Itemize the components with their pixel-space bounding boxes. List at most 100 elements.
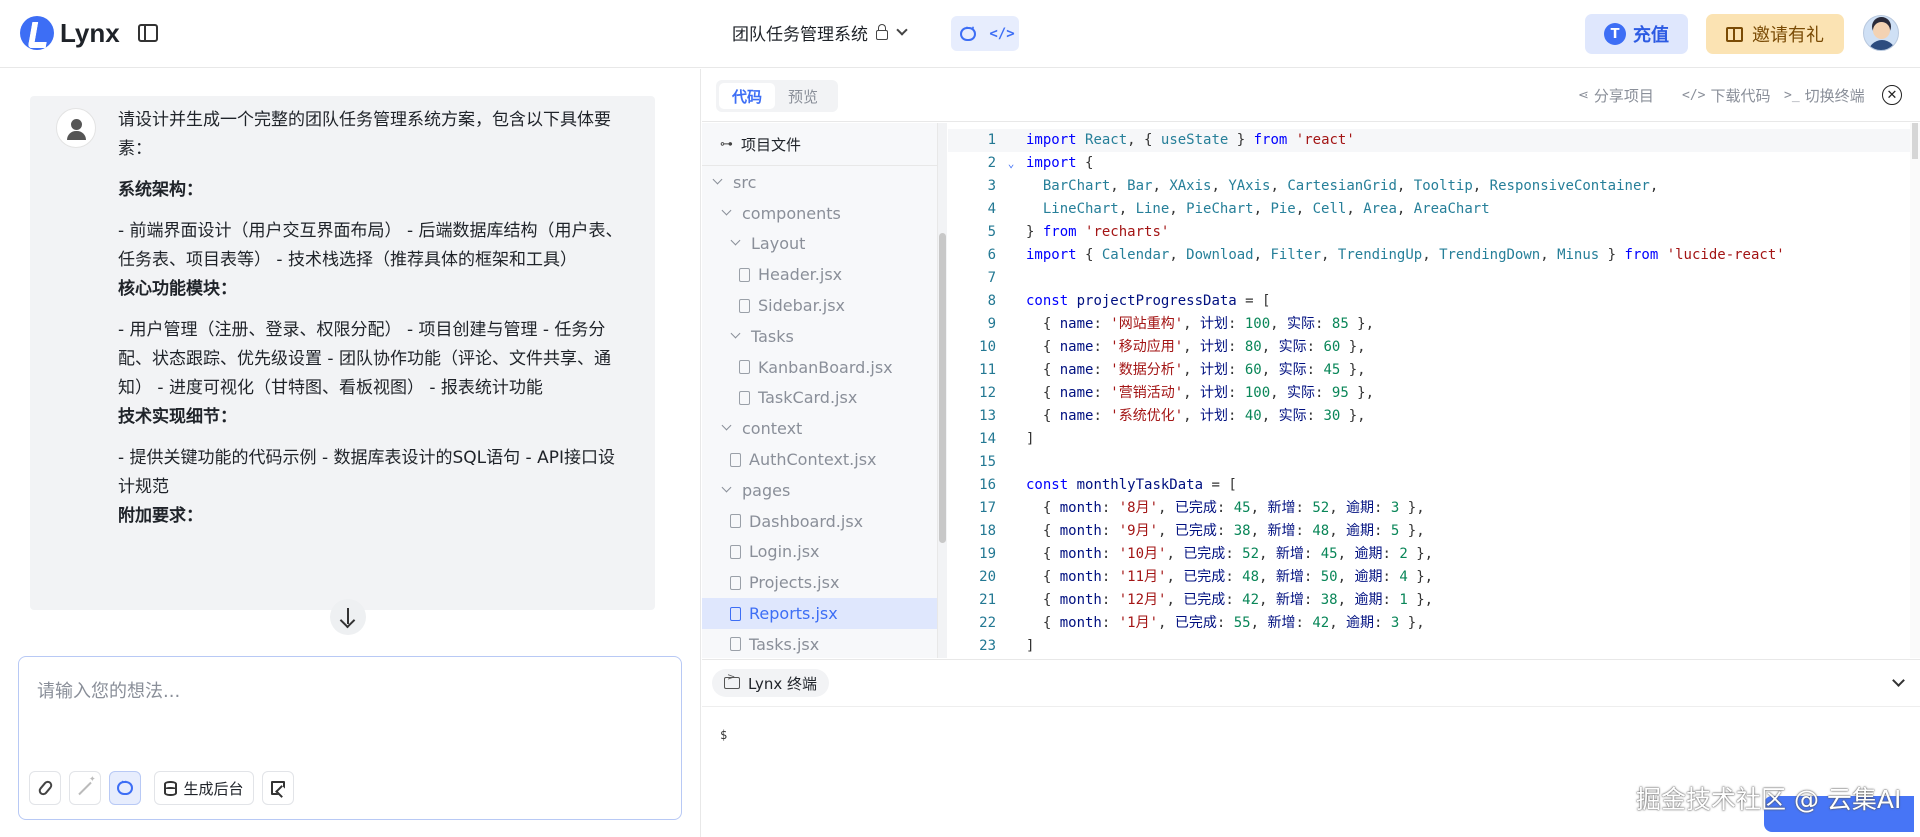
- user-avatar[interactable]: [1863, 15, 1899, 51]
- file-icon: [730, 575, 741, 590]
- tree-file[interactable]: Reports.jsx: [702, 598, 937, 629]
- tree-file[interactable]: Dashboard.jsx: [702, 506, 937, 537]
- code-scrollbar[interactable]: [1910, 123, 1920, 658]
- fold-gutter: [996, 428, 1026, 451]
- code-line[interactable]: 18 { month: '9月', 已完成: 38, 新增: 48, 逾期: 5…: [948, 520, 1920, 543]
- workspace: 代码 预览 ⋖ 分享项目 </> 下载代码 >_ 切换终端 ✕ ⊶ 项目文件 s…: [702, 69, 1920, 837]
- tree-folder[interactable]: components: [702, 198, 937, 229]
- section-title: 附加要求：: [118, 506, 203, 526]
- code-editor[interactable]: 1 import React, { useState } from 'react'…: [948, 123, 1920, 658]
- lock-icon: [876, 23, 888, 40]
- tree-item-label: src: [733, 172, 757, 192]
- toggle-terminal-button[interactable]: >_ 切换终端: [1784, 85, 1865, 106]
- code-line[interactable]: 10 { name: '移动应用', 计划: 80, 实际: 60 },: [948, 336, 1920, 359]
- code-text: } from 'recharts': [1026, 224, 1170, 240]
- code-line[interactable]: 20 { month: '11月', 已完成: 48, 新增: 50, 逾期: …: [948, 566, 1920, 589]
- chevron-down-icon[interactable]: [1892, 674, 1905, 687]
- sidebar-toggle-icon[interactable]: [138, 24, 158, 42]
- code-text: { name: '网站重构', 计划: 100, 实际: 85 },: [1026, 316, 1375, 332]
- code-line[interactable]: 15: [948, 451, 1920, 474]
- close-icon[interactable]: ✕: [1882, 85, 1902, 105]
- code-line[interactable]: 17 { month: '8月', 已完成: 45, 新增: 52, 逾期: 3…: [948, 497, 1920, 520]
- user-icon: [56, 108, 96, 148]
- file-icon: [730, 544, 741, 559]
- file-tree-header: ⊶ 项目文件: [702, 123, 937, 166]
- share-project-button[interactable]: ⋖ 分享项目: [1578, 85, 1654, 106]
- code-line[interactable]: 9 { name: '网站重构', 计划: 100, 实际: 85 },: [948, 313, 1920, 336]
- tree-item-label: AuthContext.jsx: [749, 450, 877, 470]
- code-icon: </>: [1682, 88, 1706, 103]
- tree-file[interactable]: Login.jsx: [702, 537, 937, 568]
- attach-button[interactable]: [29, 771, 61, 805]
- chevron-down-icon: [721, 205, 732, 216]
- file-tree-scrollbar[interactable]: [938, 123, 947, 658]
- chat-bubble-icon: [117, 777, 133, 795]
- line-number: 10: [979, 339, 996, 355]
- invite-label: 邀请有礼: [1752, 25, 1824, 46]
- tree-item-label: Projects.jsx: [749, 573, 840, 593]
- tree-folder[interactable]: context: [702, 413, 937, 444]
- tree-file[interactable]: Sidebar.jsx: [702, 290, 937, 321]
- chevron-down-icon: [721, 420, 732, 431]
- code-line[interactable]: 2 ⌄ import {: [948, 152, 1920, 175]
- code-line[interactable]: 7: [948, 267, 1920, 290]
- code-line[interactable]: 13 { name: '系统优化', 计划: 40, 实际: 30 },: [948, 405, 1920, 428]
- terminal-icon: [724, 672, 740, 689]
- tree-file[interactable]: Tasks.jsx: [702, 629, 937, 658]
- terminal-tab[interactable]: Lynx 终端: [712, 669, 830, 697]
- code-line[interactable]: 8 const projectProgressData = [: [948, 290, 1920, 313]
- invite-button[interactable]: 邀请有礼: [1706, 14, 1844, 54]
- code-line[interactable]: 1 import React, { useState } from 'react': [948, 129, 1920, 152]
- chat-input[interactable]: [37, 677, 657, 737]
- project-title-dropdown[interactable]: 团队任务管理系统: [732, 20, 908, 45]
- code-line[interactable]: 16 const monthlyTaskData = [: [948, 474, 1920, 497]
- download-code-button[interactable]: </> 下载代码: [1682, 85, 1771, 106]
- tree-file[interactable]: KanbanBoard.jsx: [702, 352, 937, 383]
- code-text: ]: [1026, 431, 1035, 447]
- fold-chevron-icon[interactable]: ⌄: [996, 152, 1026, 175]
- tree-folder[interactable]: pages: [702, 475, 937, 506]
- scroll-down-button[interactable]: [330, 599, 366, 635]
- line-number: 21: [979, 592, 996, 608]
- code-line[interactable]: 23]: [948, 635, 1920, 658]
- tree-folder[interactable]: src: [702, 167, 937, 198]
- tree-file[interactable]: Header.jsx: [702, 259, 937, 290]
- fold-gutter: [996, 336, 1026, 359]
- tab-preview[interactable]: 预览: [775, 83, 831, 109]
- tree-file[interactable]: Projects.jsx: [702, 567, 937, 598]
- tree-folder[interactable]: Layout: [702, 229, 937, 260]
- enhance-button[interactable]: [69, 771, 101, 805]
- code-line[interactable]: 12 { name: '营销活动', 计划: 100, 实际: 95 },: [948, 382, 1920, 405]
- code-icon: </>: [989, 25, 1015, 42]
- code-line[interactable]: 3 BarChart, Bar, XAxis, YAxis, Cartesian…: [948, 175, 1920, 198]
- tree-file[interactable]: AuthContext.jsx: [702, 444, 937, 475]
- fold-gutter: [996, 382, 1026, 405]
- tree-folder[interactable]: Tasks: [702, 321, 937, 352]
- logo[interactable]: Lynx: [20, 16, 120, 50]
- download-label: 下载代码: [1710, 87, 1771, 105]
- logo-text: Lynx: [60, 17, 120, 48]
- file-icon: [730, 637, 741, 652]
- section-title: 系统架构：: [118, 180, 203, 200]
- code-line[interactable]: 19 { month: '10月', 已完成: 52, 新增: 45, 逾期: …: [948, 543, 1920, 566]
- code-line[interactable]: 21 { month: '12月', 已完成: 42, 新增: 38, 逾期: …: [948, 589, 1920, 612]
- code-line[interactable]: 4 LineChart, Line, PieChart, Pie, Cell, …: [948, 198, 1920, 221]
- chat-input-box: 生成后台: [18, 656, 682, 820]
- code-line[interactable]: 14]: [948, 428, 1920, 451]
- screenshot-button[interactable]: [262, 771, 294, 805]
- tab-code[interactable]: 代码: [719, 83, 775, 109]
- code-line[interactable]: 11 { name: '数据分析', 计划: 60, 实际: 45 },: [948, 359, 1920, 382]
- recharge-button[interactable]: T 充值: [1585, 14, 1688, 54]
- tree-item-label: Dashboard.jsx: [749, 511, 864, 531]
- chat-mode-toggle[interactable]: [109, 771, 141, 805]
- code-line[interactable]: 5} from 'recharts': [948, 221, 1920, 244]
- code-mode-button[interactable]: </>: [989, 21, 1015, 47]
- coin-icon: T: [1604, 23, 1626, 45]
- code-line[interactable]: 6 import { Calendar, Download, Filter, Tr…: [948, 244, 1920, 267]
- tree-file[interactable]: TaskCard.jsx: [702, 383, 937, 414]
- code-line[interactable]: 22 { month: '1月', 已完成: 55, 新增: 42, 逾期: 3…: [948, 612, 1920, 635]
- chat-mode-button[interactable]: [955, 21, 981, 47]
- fold-gutter: [996, 451, 1026, 474]
- terminal-prompt[interactable]: $: [720, 728, 727, 742]
- generate-backend-button[interactable]: 生成后台: [154, 771, 254, 805]
